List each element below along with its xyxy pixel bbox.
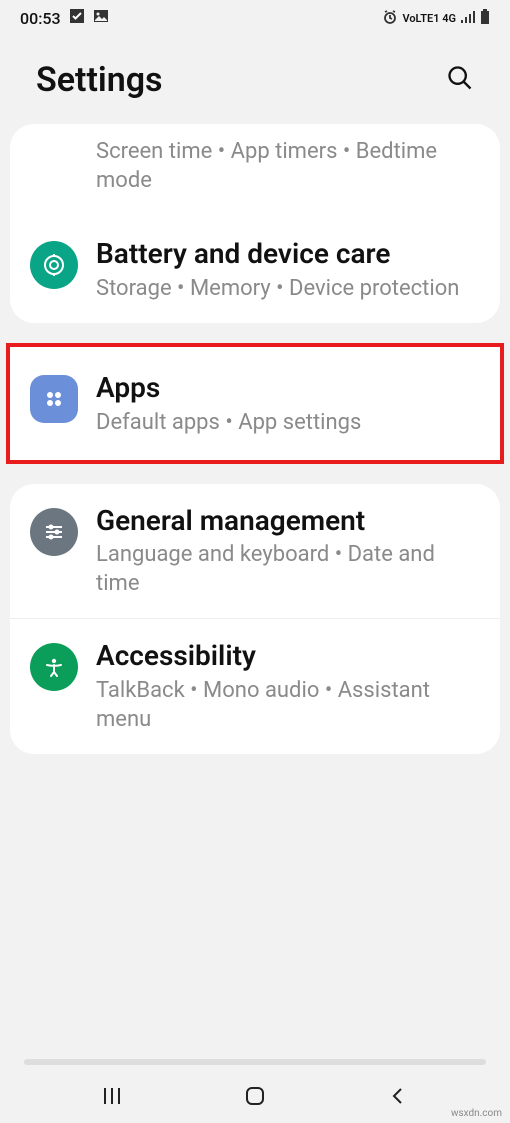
back-icon — [387, 1085, 409, 1107]
settings-group-2: General management Language and keyboard… — [10, 484, 500, 755]
signal-icon — [460, 9, 476, 28]
battery-icon — [480, 9, 490, 28]
alarm-icon — [382, 9, 398, 28]
settings-row-apps[interactable]: Apps Default apps • App settings — [10, 347, 500, 459]
status-time: 00:53 — [20, 9, 61, 28]
row-title: Accessibility — [96, 639, 472, 673]
watermark: wsxdn.com — [451, 1108, 502, 1119]
recents-icon — [101, 1085, 123, 1107]
general-management-icon — [30, 508, 78, 556]
home-icon — [244, 1085, 266, 1107]
settings-row-battery[interactable]: Battery and device care Storage • Memory… — [10, 217, 500, 323]
accessibility-icon — [30, 643, 78, 691]
network-indicators: VoLTE1 4G — [402, 13, 456, 24]
row-subtitle: TalkBack • Mono audio • Assistant menu — [96, 677, 472, 734]
header: Settings — [0, 36, 510, 124]
row-title: Apps — [96, 371, 472, 405]
search-icon — [446, 64, 474, 92]
icon-placeholder — [30, 138, 78, 195]
checkbox-icon — [69, 8, 85, 28]
settings-group-apps-highlighted: Apps Default apps • App settings — [6, 343, 504, 463]
recents-button[interactable] — [98, 1082, 126, 1110]
battery-care-icon — [30, 241, 78, 289]
row-subtitle: Default apps • App settings — [96, 409, 472, 438]
settings-row-general[interactable]: General management Language and keyboard… — [10, 484, 500, 619]
settings-row-accessibility[interactable]: Accessibility TalkBack • Mono audio • As… — [10, 618, 500, 754]
row-subtitle: Screen time • App timers • Bedtime mode — [96, 138, 472, 195]
settings-group-1: Screen time • App timers • Bedtime mode … — [10, 124, 500, 323]
search-button[interactable] — [446, 64, 474, 96]
back-button[interactable] — [384, 1082, 412, 1110]
home-button[interactable] — [241, 1082, 269, 1110]
status-right: VoLTE1 4G — [382, 9, 490, 28]
scroll-indicator — [24, 1059, 486, 1065]
settings-row-wellbeing[interactable]: Screen time • App timers • Bedtime mode — [10, 124, 500, 217]
navigation-bar — [0, 1069, 510, 1123]
status-bar: 00:53 VoLTE1 4G — [0, 0, 510, 36]
page-title: Settings — [36, 60, 163, 100]
row-subtitle: Storage • Memory • Device protection — [96, 275, 472, 304]
row-subtitle: Language and keyboard • Date and time — [96, 541, 472, 598]
row-title: Battery and device care — [96, 237, 472, 271]
apps-icon — [30, 375, 78, 423]
image-icon — [93, 8, 109, 28]
status-left: 00:53 — [20, 8, 109, 28]
row-title: General management — [96, 504, 472, 538]
